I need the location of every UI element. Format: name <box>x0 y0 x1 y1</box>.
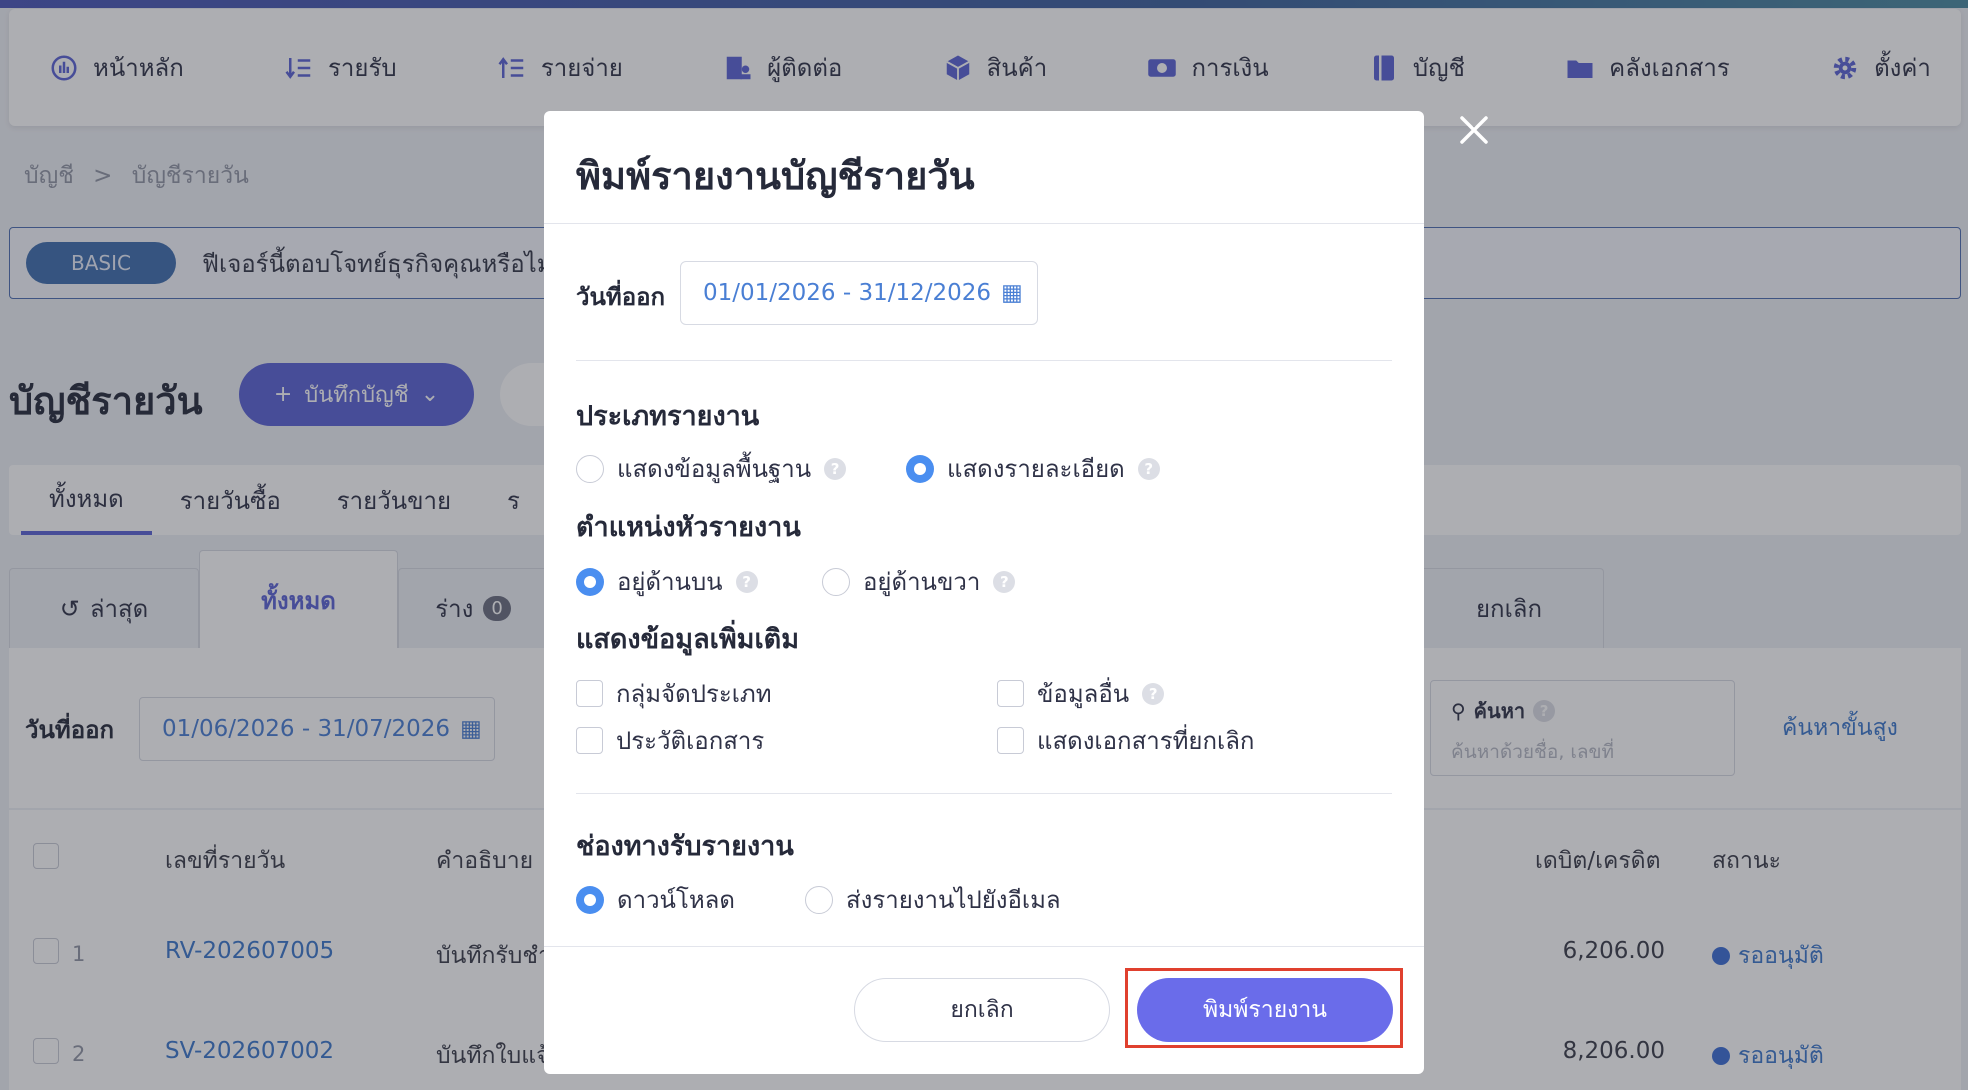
header-position-title: ตำแหน่งหัวรายงาน <box>576 512 801 543</box>
report-type-detail-label: แสดงรายละเอียด <box>947 455 1125 483</box>
issue-date-range-input[interactable]: 01/01/2026 - 31/12/2026 ▦ <box>680 261 1038 325</box>
show-cancelled-option[interactable]: แสดงเอกสารที่ยกเลิก <box>997 721 1254 760</box>
other-info-option[interactable]: ข้อมูลอื่น ? <box>997 674 1165 713</box>
help-icon[interactable]: ? <box>735 570 758 593</box>
cancel-button[interactable]: ยกเลิก <box>854 978 1110 1042</box>
report-type-basic-radio[interactable] <box>576 454 604 483</box>
other-info-label: ข้อมูลอื่น <box>1037 680 1130 708</box>
report-type-detail-option[interactable]: แสดงรายละเอียด ? <box>906 449 1160 488</box>
divider <box>576 360 1392 361</box>
extra-info-title: แสดงข้อมูลเพิ่มเติม <box>576 624 800 655</box>
print-report-dialog: พิมพ์รายงานบัญชีรายวัน วันที่ออก 01/01/2… <box>544 111 1424 1074</box>
header-position-right-label: อยู่ด้านขวา <box>863 568 981 596</box>
report-type-basic-option[interactable]: แสดงข้อมูลพื้นฐาน ? <box>576 449 847 488</box>
category-group-label: กลุ่มจัดประเภท <box>616 680 772 708</box>
close-icon[interactable] <box>1456 112 1492 148</box>
channel-download-label: ดาวน์โหลด <box>617 886 735 914</box>
header-position-right-radio[interactable] <box>822 567 850 596</box>
doc-history-option[interactable]: ประวัติเอกสาร <box>576 721 764 760</box>
help-icon[interactable]: ? <box>824 457 847 480</box>
header-position-top-label: อยู่ด้านบน <box>617 568 723 596</box>
divider <box>576 793 1392 794</box>
header-position-right-option[interactable]: อยู่ด้านขวา ? <box>822 562 1016 601</box>
divider <box>544 223 1424 224</box>
channel-title: ช่องทางรับรายงาน <box>576 831 794 862</box>
header-position-top-radio[interactable] <box>576 567 604 596</box>
channel-email-label: ส่งรายงานไปยังอีเมล <box>846 886 1061 914</box>
help-icon[interactable]: ? <box>1137 457 1160 480</box>
report-type-title: ประเภทรายงาน <box>576 401 760 432</box>
dialog-title: พิมพ์รายงานบัญชีรายวัน <box>576 154 975 198</box>
channel-email-option[interactable]: ส่งรายงานไปยังอีเมล <box>805 880 1061 919</box>
help-icon[interactable]: ? <box>1142 682 1165 705</box>
other-info-checkbox[interactable] <box>997 680 1024 707</box>
issue-date-value: 01/01/2026 - 31/12/2026 <box>703 280 992 306</box>
print-button-highlight <box>1125 968 1403 1048</box>
calendar-icon: ▦ <box>1001 280 1023 306</box>
show-cancelled-checkbox[interactable] <box>997 727 1024 754</box>
channel-download-radio[interactable] <box>576 885 604 914</box>
show-cancelled-label: แสดงเอกสารที่ยกเลิก <box>1037 727 1255 755</box>
footer-divider <box>544 946 1424 947</box>
channel-download-option[interactable]: ดาวน์โหลด <box>576 880 735 919</box>
category-group-option[interactable]: กลุ่มจัดประเภท <box>576 674 772 713</box>
doc-history-label: ประวัติเอกสาร <box>616 727 765 755</box>
issue-date-label: วันที่ออก <box>576 283 666 311</box>
header-position-top-option[interactable]: อยู่ด้านบน ? <box>576 562 758 601</box>
help-icon[interactable]: ? <box>993 570 1016 593</box>
category-group-checkbox[interactable] <box>576 680 603 707</box>
channel-email-radio[interactable] <box>805 885 833 914</box>
report-type-detail-radio[interactable] <box>906 454 934 483</box>
doc-history-checkbox[interactable] <box>576 727 603 754</box>
report-type-basic-label: แสดงข้อมูลพื้นฐาน <box>617 455 812 483</box>
